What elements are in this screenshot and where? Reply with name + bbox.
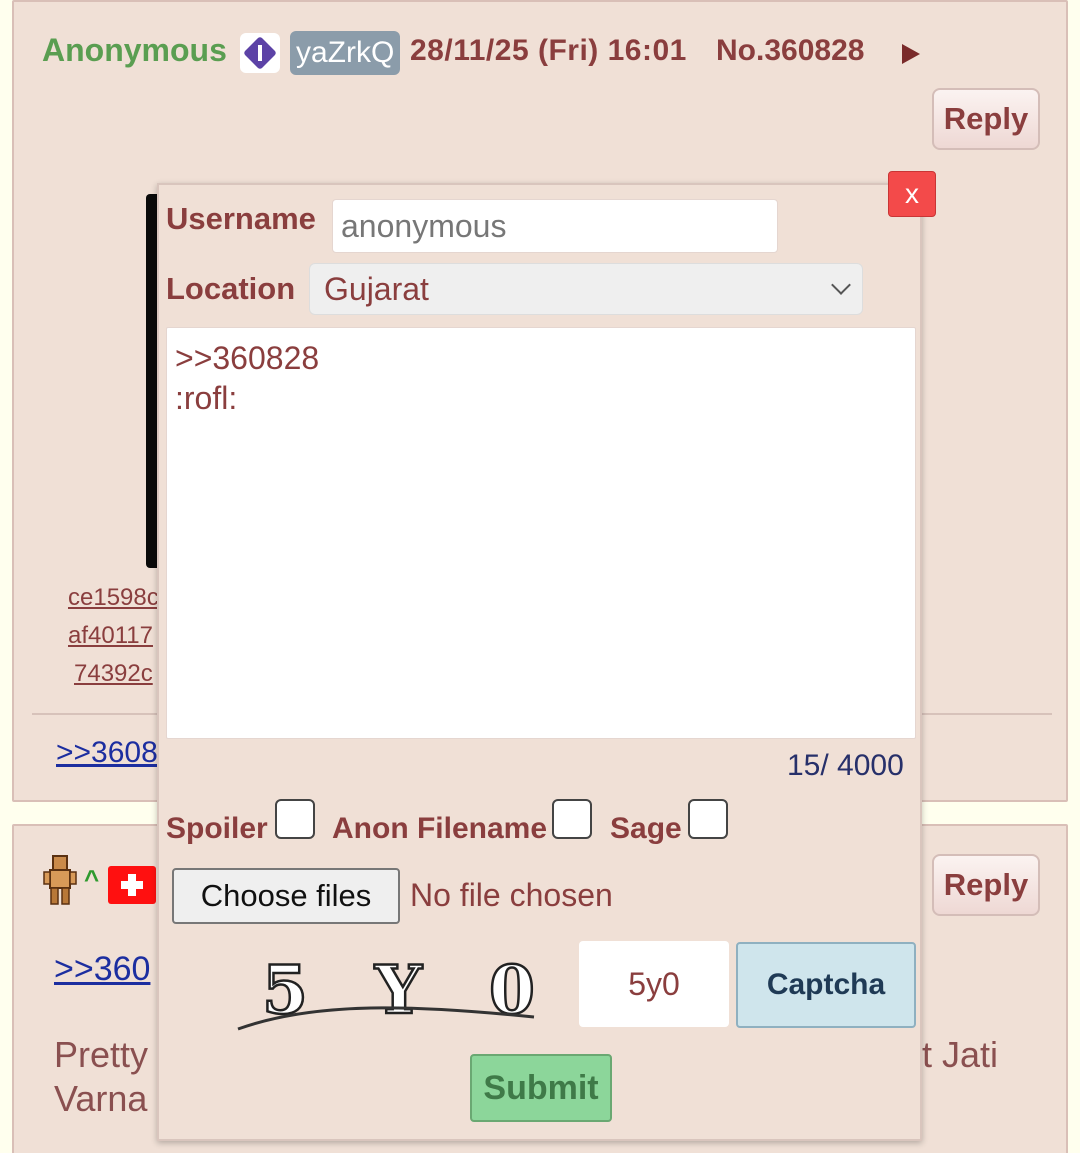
backlink[interactable]: >>3608	[56, 736, 158, 770]
username-input[interactable]: anonymous	[332, 199, 778, 253]
choose-files-button[interactable]: Choose files	[172, 868, 400, 924]
avatar-figure-icon	[43, 855, 77, 905]
sage-checkbox[interactable]	[688, 799, 728, 839]
file-hash-link[interactable]: 74392c	[74, 660, 153, 688]
spoiler-checkbox[interactable]	[275, 799, 315, 839]
poster-name: Anonymous	[42, 32, 227, 68]
post-datetime: 28/11/25 (Fri) 16:01	[410, 34, 687, 67]
location-value: Gujarat	[324, 271, 429, 307]
file-status-text: No file chosen	[410, 877, 613, 913]
anon-filename-checkbox[interactable]	[552, 799, 592, 839]
captcha-image-text: 5 Y 0	[262, 951, 536, 1029]
reply-button[interactable]: Reply	[932, 854, 1040, 916]
anon-filename-label: Anon Filename	[332, 812, 548, 845]
caret-indicator: ^	[84, 864, 100, 894]
close-form-button[interactable]: x	[888, 171, 936, 217]
poster-id-badge[interactable]: yaZrkQ	[290, 31, 401, 75]
spoiler-label: Spoiler	[166, 812, 268, 845]
captcha-refresh-button[interactable]: Captcha	[736, 942, 916, 1028]
quote-link[interactable]: >>360	[54, 950, 150, 989]
sage-label: Sage	[610, 812, 682, 845]
post-menu-triangle-icon[interactable]	[902, 44, 920, 64]
character-counter: 15/ 4000	[787, 749, 904, 782]
location-select[interactable]: Gujarat	[309, 263, 863, 315]
quick-reply-form: Username anonymous Location Gujarat >>36…	[157, 183, 922, 1141]
username-label: Username	[166, 201, 316, 236]
post-body-text: Varna	[54, 1078, 148, 1119]
post-number-link[interactable]: No.360828	[716, 34, 864, 68]
captcha-input[interactable]: 5y0	[579, 941, 729, 1027]
location-label: Location	[166, 271, 296, 306]
post-body-text: Pretty	[54, 1034, 149, 1075]
file-hash-link[interactable]: af40117	[68, 622, 153, 650]
reply-button[interactable]: Reply	[932, 88, 1040, 150]
submit-button[interactable]: Submit	[470, 1054, 612, 1122]
swiss-flag-icon	[108, 866, 156, 904]
captcha-image: 5 Y 0	[237, 950, 536, 1031]
file-hash-link[interactable]: ce1598c	[68, 584, 159, 612]
tripcode-diamond-icon	[240, 33, 280, 73]
chevron-down-icon	[831, 275, 851, 295]
post-body-text: t Jati	[922, 1034, 999, 1075]
comment-textarea[interactable]: >>360828 :rofl:	[166, 327, 916, 739]
